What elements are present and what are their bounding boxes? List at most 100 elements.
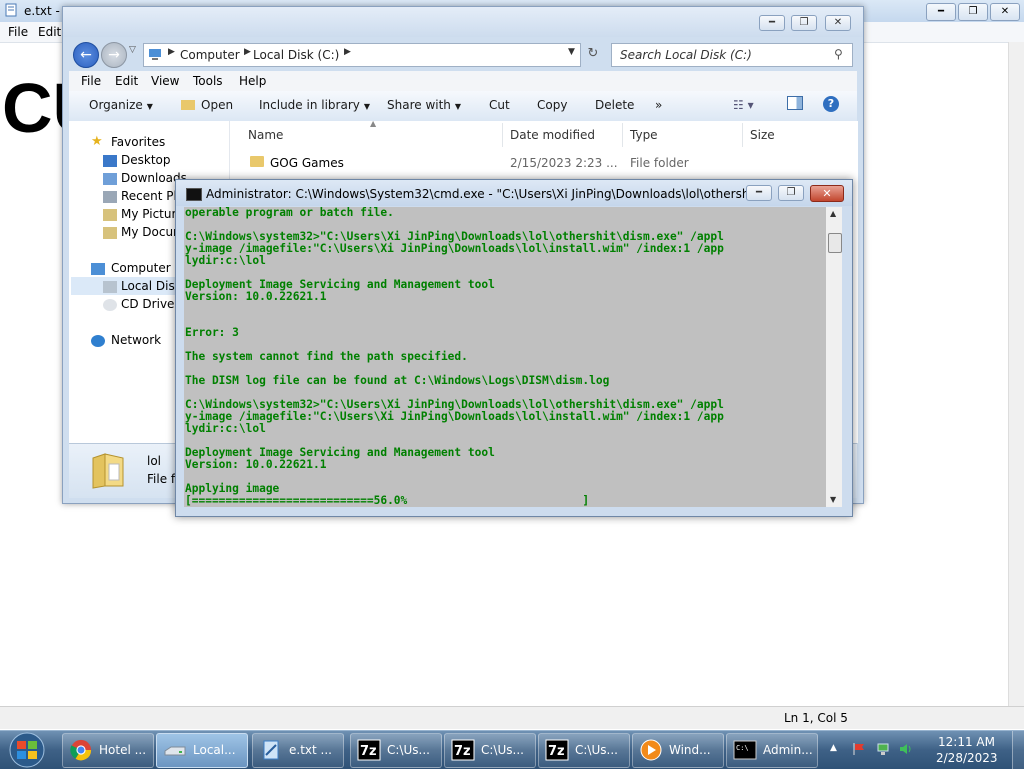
table-row[interactable]: GOG Games 2/15/2023 2:23 ... File folder bbox=[230, 153, 850, 173]
volume-icon[interactable] bbox=[898, 742, 912, 756]
maximize-button[interactable]: ❐ bbox=[958, 3, 988, 21]
maximize-button[interactable]: ❐ bbox=[778, 185, 804, 201]
taskbar-label: C:\Us... bbox=[575, 743, 618, 757]
notepad-title: e.txt - bbox=[24, 4, 60, 18]
nav-local-disk[interactable]: Local Disk bbox=[121, 279, 182, 293]
taskbar-label: C:\Us... bbox=[387, 743, 430, 757]
scroll-up-icon[interactable]: ▲ bbox=[830, 209, 836, 218]
menu-file[interactable]: File bbox=[81, 74, 101, 88]
breadcrumb-local-disk[interactable]: Local Disk (C:) bbox=[253, 48, 339, 62]
nav-network[interactable]: Network bbox=[111, 333, 161, 347]
notepad-scrollbar[interactable] bbox=[1008, 42, 1024, 706]
nav-favorites[interactable]: Favorites bbox=[111, 135, 165, 149]
maximize-button[interactable]: ❐ bbox=[791, 15, 817, 31]
svg-text:7z: 7z bbox=[454, 744, 471, 759]
share-with-button[interactable]: Share with ▼ bbox=[387, 98, 461, 112]
chevron-right-icon[interactable]: ▶ bbox=[244, 47, 251, 57]
search-box[interactable]: ⚲ bbox=[611, 43, 853, 67]
folder-icon bbox=[250, 156, 264, 167]
start-button-windows-icon[interactable] bbox=[4, 731, 50, 769]
taskbar-item-explorer[interactable]: Local... bbox=[156, 733, 248, 768]
column-divider[interactable] bbox=[622, 123, 623, 147]
taskbar-item-cmd[interactable]: C:\ Admin... bbox=[726, 733, 818, 768]
nav-computer[interactable]: Computer bbox=[111, 261, 171, 275]
taskbar-label: Local... bbox=[193, 743, 236, 757]
delete-button[interactable]: Delete bbox=[595, 98, 634, 112]
taskbar-item-chrome[interactable]: Hotel ... bbox=[62, 733, 154, 768]
nav-desktop[interactable]: Desktop bbox=[121, 153, 171, 167]
svg-text:7z: 7z bbox=[548, 744, 565, 759]
column-name[interactable]: Name bbox=[248, 128, 283, 142]
cmd-window: Administrator: C:\Windows\System32\cmd.e… bbox=[175, 179, 853, 517]
menu-view[interactable]: View bbox=[151, 74, 179, 88]
column-date-modified[interactable]: Date modified bbox=[510, 128, 595, 142]
open-button[interactable]: Open bbox=[181, 98, 233, 112]
help-icon[interactable]: ? bbox=[823, 96, 839, 112]
column-divider[interactable] bbox=[502, 123, 503, 147]
taskbar-label: Hotel ... bbox=[99, 743, 147, 757]
cut-button[interactable]: Cut bbox=[489, 98, 510, 112]
view-options-icon[interactable]: ☷ ▾ bbox=[733, 98, 754, 112]
taskbar-item-7zip-2[interactable]: 7z C:\Us... bbox=[444, 733, 536, 768]
chevron-down-icon[interactable]: ▼ bbox=[568, 47, 575, 57]
minimize-button[interactable]: ━ bbox=[926, 3, 956, 21]
column-size[interactable]: Size bbox=[750, 128, 775, 142]
chevron-right-icon[interactable]: ▶ bbox=[168, 47, 175, 57]
cmd-titlebar[interactable]: Administrator: C:\Windows\System32\cmd.e… bbox=[176, 180, 852, 206]
network-icon[interactable] bbox=[876, 742, 890, 756]
include-in-library-button[interactable]: Include in library ▼ bbox=[259, 98, 370, 112]
clock-time[interactable]: 12:11 AM bbox=[938, 735, 995, 749]
taskbar-label: Wind... bbox=[669, 743, 711, 757]
nav-recent-places[interactable]: Recent Pl bbox=[121, 189, 177, 203]
minimize-button[interactable]: ━ bbox=[759, 15, 785, 31]
forward-arrow-icon[interactable]: → bbox=[101, 42, 127, 68]
show-hidden-icons-icon[interactable]: ▲ bbox=[830, 743, 837, 753]
chevron-right-icon[interactable]: ▶ bbox=[344, 47, 351, 57]
refresh-icon[interactable]: ↻ bbox=[583, 43, 603, 65]
recent-pages-chevron-icon[interactable]: ▽ bbox=[129, 45, 136, 55]
taskbar-item-7zip-1[interactable]: 7z C:\Us... bbox=[350, 733, 442, 768]
clock-date[interactable]: 2/28/2023 bbox=[936, 751, 998, 765]
scrollbar-thumb[interactable] bbox=[828, 233, 842, 253]
sort-ascending-icon: ▲ bbox=[370, 119, 377, 128]
menu-file[interactable]: File bbox=[8, 25, 28, 39]
column-type[interactable]: Type bbox=[630, 128, 658, 142]
minimize-button[interactable]: ━ bbox=[746, 185, 772, 201]
show-desktop-button[interactable] bbox=[1012, 731, 1024, 769]
organize-label: Organize bbox=[89, 98, 143, 112]
nav-cd-drive[interactable]: CD Drive bbox=[121, 297, 174, 311]
console-scrollbar[interactable]: ▲ ▼ bbox=[826, 207, 842, 507]
chevron-down-icon: ▼ bbox=[454, 102, 462, 111]
close-button[interactable]: ✕ bbox=[990, 3, 1020, 21]
back-arrow-icon[interactable]: ← bbox=[73, 42, 99, 68]
file-name: GOG Games bbox=[270, 156, 344, 170]
breadcrumb[interactable]: ▶ Computer ▶ Local Disk (C:) ▶ ▼ bbox=[143, 43, 581, 67]
console-output[interactable]: operable program or batch file. C:\Windo… bbox=[184, 207, 826, 507]
scroll-down-icon[interactable]: ▼ bbox=[830, 495, 836, 504]
taskbar-item-media-player[interactable]: Wind... bbox=[632, 733, 724, 768]
notepad-statusbar: Ln 1, Col 5 bbox=[0, 706, 1024, 729]
menu-edit[interactable]: Edit bbox=[38, 25, 61, 39]
taskbar-item-7zip-3[interactable]: 7z C:\Us... bbox=[538, 733, 630, 768]
column-divider[interactable] bbox=[742, 123, 743, 147]
taskbar-item-notepad[interactable]: e.txt ... bbox=[252, 733, 344, 768]
7zip-icon: 7z bbox=[357, 739, 381, 761]
menu-help[interactable]: Help bbox=[239, 74, 266, 88]
file-type: File folder bbox=[630, 156, 689, 170]
search-input[interactable] bbox=[618, 46, 822, 64]
details-name: lol bbox=[147, 454, 162, 468]
preview-pane-icon[interactable] bbox=[787, 96, 803, 113]
action-center-flag-icon[interactable] bbox=[852, 742, 866, 756]
downloads-icon bbox=[103, 173, 117, 185]
breadcrumb-computer[interactable]: Computer bbox=[180, 48, 240, 62]
menu-tools[interactable]: Tools bbox=[193, 74, 223, 88]
search-icon[interactable]: ⚲ bbox=[834, 47, 843, 61]
copy-button[interactable]: Copy bbox=[537, 98, 567, 112]
more-commands-button[interactable]: » bbox=[655, 98, 662, 112]
star-icon: ★ bbox=[91, 134, 103, 149]
menu-edit[interactable]: Edit bbox=[115, 74, 138, 88]
organize-button[interactable]: Organize ▼ bbox=[89, 98, 153, 112]
close-button[interactable]: ✕ bbox=[810, 185, 844, 202]
close-button[interactable]: ✕ bbox=[825, 15, 851, 31]
explorer-titlebar[interactable]: ━ ❐ ✕ bbox=[63, 7, 863, 37]
